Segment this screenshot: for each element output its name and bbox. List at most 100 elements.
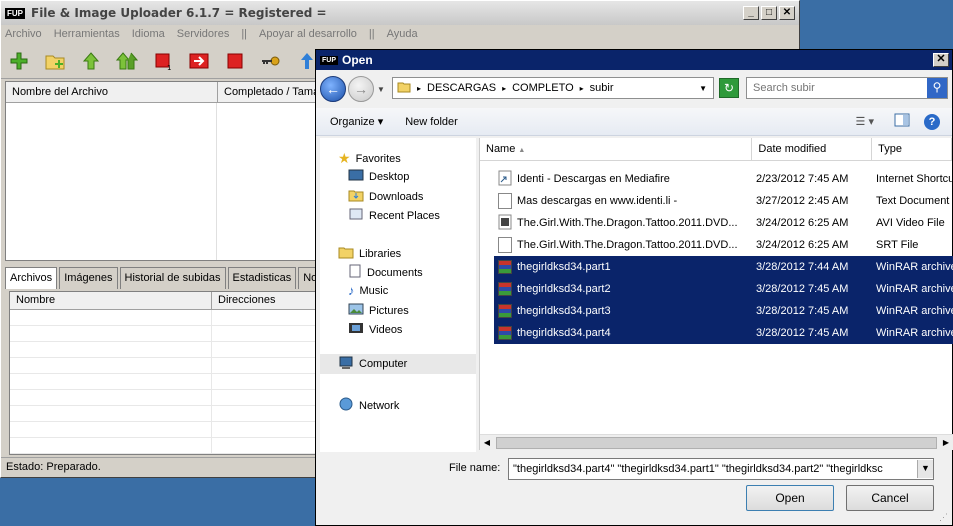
column-header-type[interactable]: Type (872, 138, 952, 160)
column-header-direcciones[interactable]: Direcciones (212, 292, 322, 309)
history-dropdown-icon[interactable]: ▼ (377, 85, 385, 94)
shortcut-icon (498, 170, 512, 189)
documents-icon (348, 264, 362, 281)
menu-apoyar[interactable]: Apoyar al desarrollo (259, 28, 357, 40)
help-icon[interactable]: ? (924, 113, 940, 130)
address-dropdown-icon[interactable]: ▼ (699, 84, 707, 93)
dialog-nav-bar: ← → ▼ ▸ DESCARGAS ▸ COMPLETO ▸ subir ▼ ↻… (316, 72, 952, 106)
video-file-icon (498, 214, 512, 233)
preview-pane-icon[interactable] (894, 113, 910, 130)
tab-estadisticas[interactable]: Estadisticas (227, 267, 297, 289)
menu-ayuda[interactable]: Ayuda (387, 28, 418, 40)
nav-computer[interactable]: Computer (320, 354, 476, 374)
nav-documents[interactable]: Documents (348, 264, 423, 281)
address-bar[interactable]: ▸ DESCARGAS ▸ COMPLETO ▸ subir ▼ (392, 77, 714, 99)
breadcrumb-completo[interactable]: COMPLETO (512, 82, 574, 94)
tab-historial[interactable]: Historial de subidas (119, 267, 226, 289)
close-button[interactable]: ✕ (779, 6, 795, 20)
nav-libraries[interactable]: Libraries (338, 245, 401, 262)
nav-music[interactable]: ♪ Music (348, 283, 388, 298)
add-folder-icon[interactable] (43, 49, 67, 73)
search-box[interactable]: ⚲ (746, 77, 948, 99)
column-header-filename[interactable]: Nombre del Archivo (6, 82, 218, 102)
file-row[interactable]: Mas descargas en www.identi.li - 3/27/20… (494, 190, 953, 212)
main-title-bar[interactable]: FUP File & Image Uploader 6.1.7 = Regist… (1, 1, 799, 25)
file-row-selected[interactable]: thegirldksd34.part2 3/28/2012 7:45 AM Wi… (494, 278, 953, 300)
main-menubar: Archivo Herramientas Idioma Servidores |… (1, 25, 799, 43)
menu-idioma[interactable]: Idioma (132, 28, 165, 40)
filename-input[interactable]: "thegirldksd34.part4" "thegirldksd34.par… (508, 458, 934, 480)
text-file-icon (498, 193, 512, 209)
nav-network[interactable]: Network (338, 397, 399, 414)
nav-videos[interactable]: Videos (348, 321, 402, 338)
nav-favorites[interactable]: ★ Favorites (338, 150, 401, 167)
winrar-icon (498, 282, 512, 296)
resize-grip-icon[interactable]: ⋰ (939, 512, 948, 523)
open-button[interactable]: Open (746, 485, 834, 511)
view-options-icon[interactable]: ☰ ▾ (856, 115, 874, 128)
videos-icon (348, 321, 364, 338)
winrar-icon (498, 326, 512, 340)
menu-separator: || (241, 28, 248, 40)
nav-pictures[interactable]: Pictures (348, 302, 409, 319)
menu-herramientas[interactable]: Herramientas (54, 28, 120, 40)
scroll-left-icon[interactable]: ◀ (480, 438, 494, 447)
navigation-pane: ★ Favorites Desktop Downloads Recent Plac… (320, 138, 476, 452)
file-row-selected[interactable]: thegirldksd34.part3 3/28/2012 7:45 AM Wi… (494, 300, 953, 322)
new-folder-button[interactable]: New folder (405, 116, 458, 128)
stop-all-icon[interactable] (223, 49, 247, 73)
add-file-icon[interactable] (7, 49, 31, 73)
horizontal-scrollbar[interactable]: ◀ ▶ (480, 434, 953, 450)
nav-desktop[interactable]: Desktop (348, 169, 409, 184)
dialog-close-button[interactable]: ✕ (933, 53, 949, 67)
scroll-right-icon[interactable]: ▶ (939, 438, 953, 447)
pictures-icon (348, 302, 364, 319)
file-row[interactable]: The.Girl.With.The.Dragon.Tattoo.2011.DVD… (494, 212, 953, 234)
back-button[interactable]: ← (320, 76, 346, 102)
organize-button[interactable]: Organize ▾ (330, 115, 383, 128)
search-icon[interactable]: ⚲ (927, 78, 947, 98)
nav-recent-places[interactable]: Recent Places (348, 207, 440, 224)
dialog-logo: FUP (320, 55, 338, 65)
column-header-date[interactable]: Date modified (752, 138, 873, 160)
column-header-name[interactable]: Name ▲ (480, 138, 753, 160)
maximize-button[interactable]: □ (761, 6, 777, 20)
stop-icon[interactable]: 1 (151, 49, 175, 73)
key-icon[interactable] (259, 49, 283, 73)
tab-imagenes[interactable]: Imágenes (59, 267, 118, 289)
refresh-icon[interactable]: ↻ (719, 78, 739, 98)
scroll-thumb[interactable] (496, 436, 937, 449)
upload-all-icon[interactable] (115, 49, 139, 73)
menu-servidores[interactable]: Servidores (177, 28, 230, 40)
file-row[interactable]: Identi - Descargas en Mediafire 2/23/201… (494, 168, 953, 190)
dialog-title-bar[interactable]: FUP Open ✕ (316, 50, 952, 70)
file-row-selected[interactable]: thegirldksd34.part4 3/28/2012 7:45 AM Wi… (494, 322, 953, 344)
main-window-title: File & Image Uploader 6.1.7 = Registered… (31, 6, 327, 20)
forward-button[interactable]: → (348, 76, 374, 102)
filename-row: File name: "thegirldksd34.part4" "thegir… (316, 458, 952, 482)
menu-separator: || (368, 28, 375, 40)
recent-places-icon (348, 207, 364, 224)
breadcrumb-subir[interactable]: subir (590, 82, 614, 94)
column-header-nombre[interactable]: Nombre (10, 292, 212, 309)
minimize-button[interactable]: _ (743, 6, 759, 20)
tab-archivos[interactable]: Archivos (5, 267, 58, 289)
star-icon: ★ (338, 150, 351, 166)
upload-icon[interactable] (79, 49, 103, 73)
menu-archivo[interactable]: Archivo (5, 28, 42, 40)
move-icon[interactable] (187, 49, 211, 73)
file-list[interactable]: Name ▲ Date modified Type Identi - Desca… (479, 138, 953, 450)
cancel-button[interactable]: Cancel (846, 485, 934, 511)
libraries-icon (338, 245, 354, 262)
file-row[interactable]: The.Girl.With.The.Dragon.Tattoo.2011.DVD… (494, 234, 953, 256)
breadcrumb-descargas[interactable]: DESCARGAS (427, 82, 496, 94)
nav-downloads[interactable]: Downloads (348, 188, 423, 205)
app-logo: FUP (5, 7, 25, 19)
file-row-selected[interactable]: thegirldksd34.part1 3/28/2012 7:44 AM Wi… (494, 256, 953, 278)
search-input[interactable] (747, 82, 927, 94)
network-icon (338, 397, 354, 414)
filename-label: File name: (449, 462, 501, 474)
column-header-progress[interactable]: Completado / Tama (218, 82, 328, 102)
filename-dropdown-icon[interactable]: ▼ (917, 460, 933, 478)
folder-icon (397, 81, 411, 96)
